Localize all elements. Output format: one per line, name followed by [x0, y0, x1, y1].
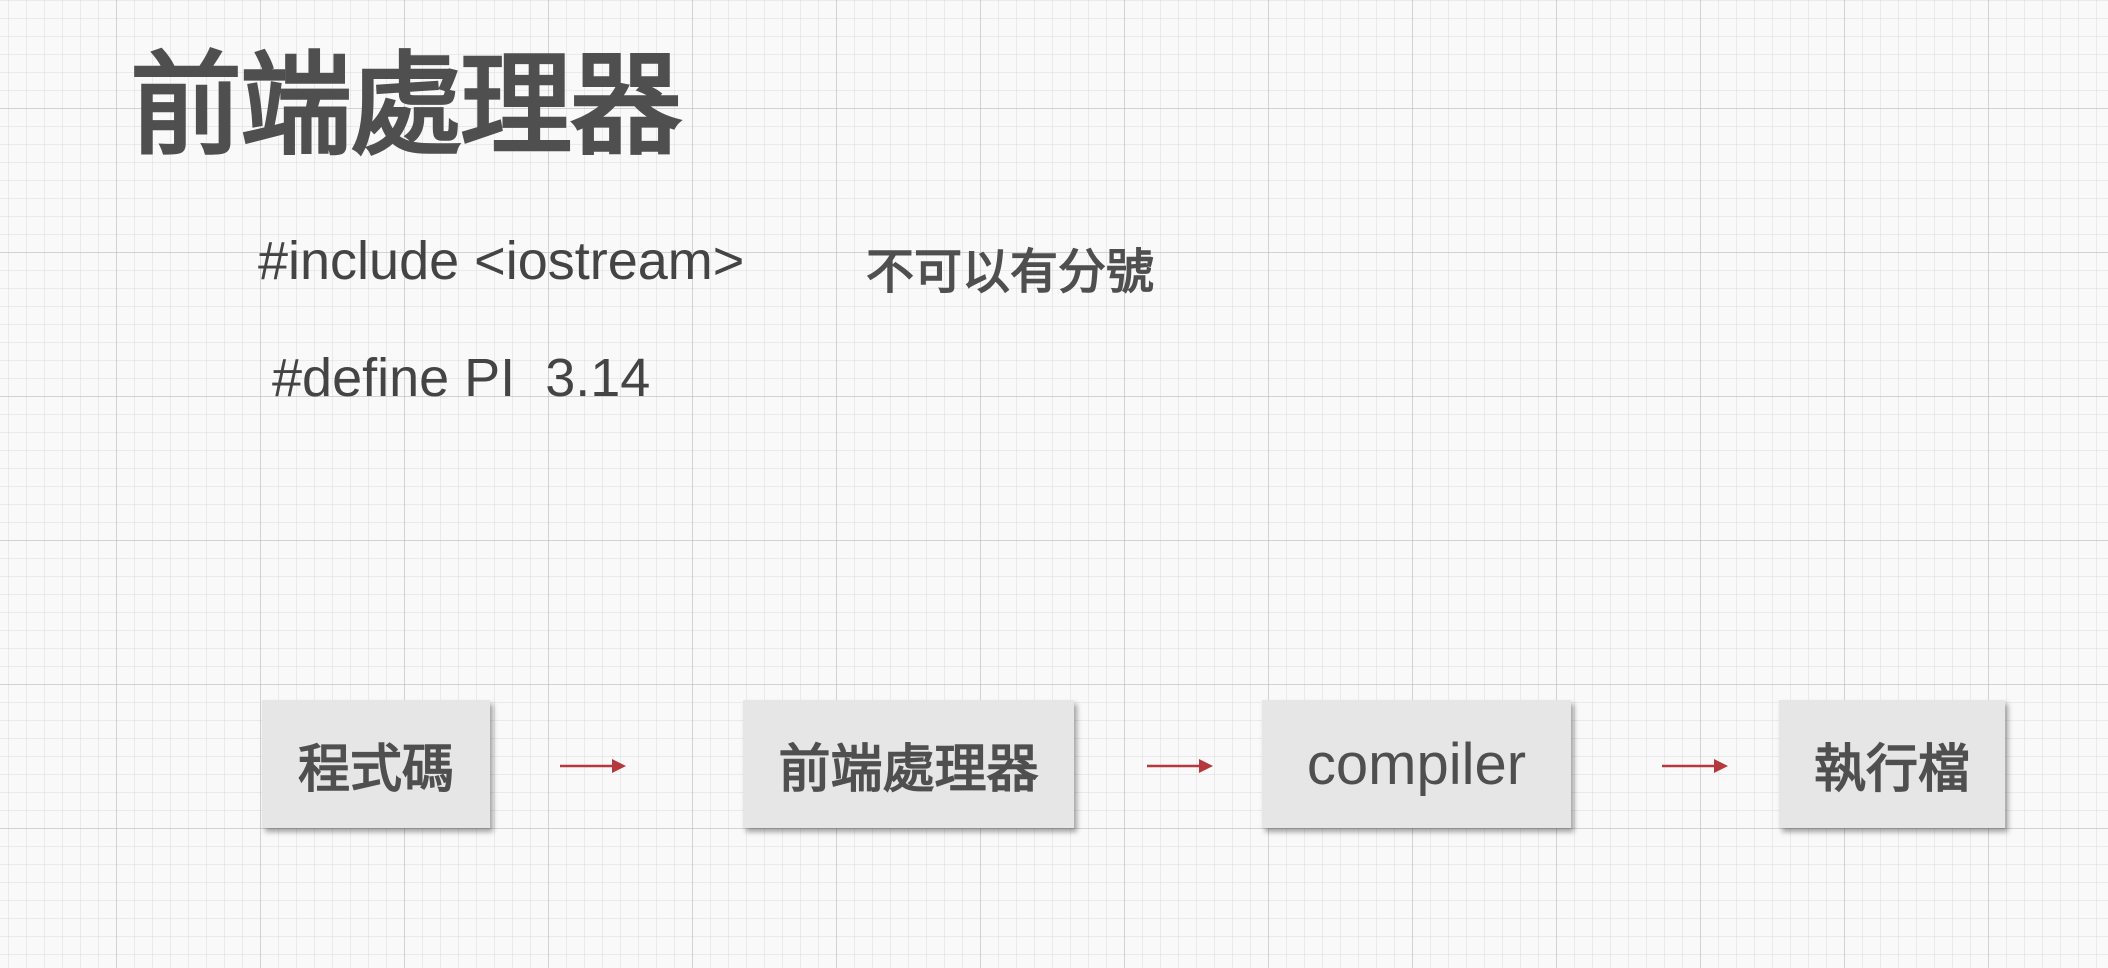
flow-step-preprocessor: 前端處理器 [743, 700, 1074, 828]
flow-step-executable: 執行檔 [1779, 700, 2005, 828]
arrow-right-icon [560, 759, 626, 773]
arrow-right-icon [1147, 759, 1213, 773]
arrow-right-icon [1662, 759, 1728, 773]
compilation-flow-diagram: 程式碼 前端處理器 compiler 執行檔 [0, 0, 2108, 968]
flow-step-source-code: 程式碼 [262, 700, 490, 828]
flow-step-compiler: compiler [1262, 700, 1571, 828]
